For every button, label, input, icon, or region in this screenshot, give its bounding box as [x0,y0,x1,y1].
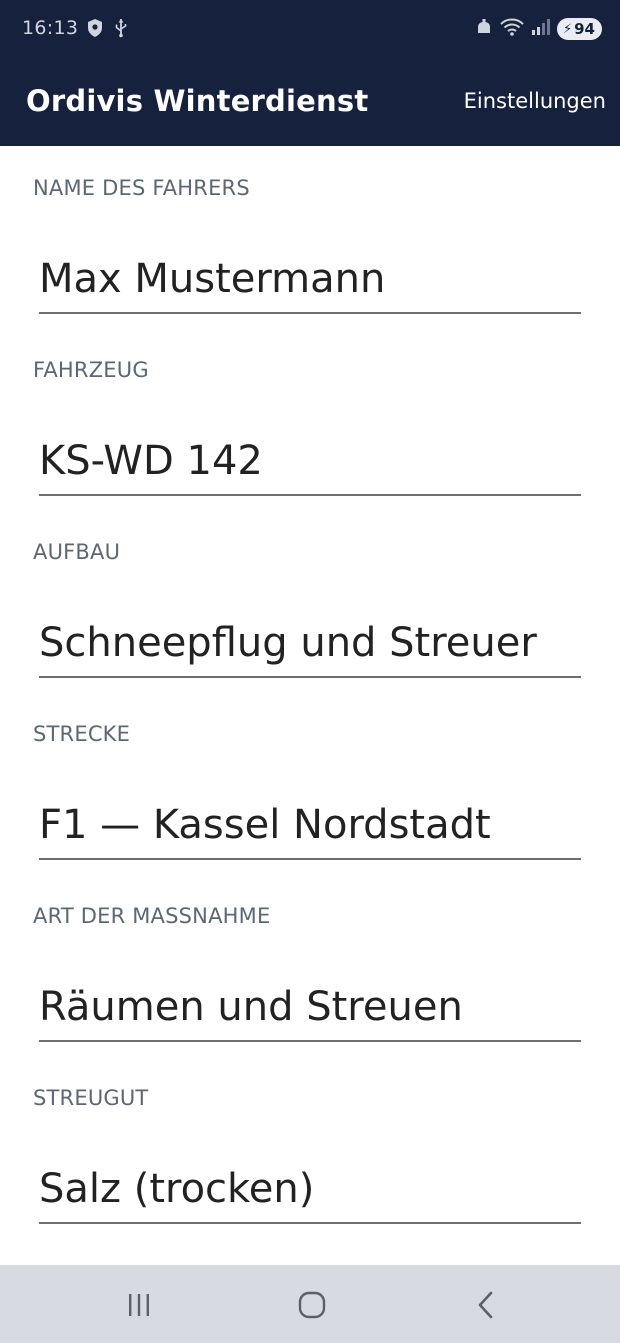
field-driver-name: NAME DES FAHRERS [0,146,620,328]
field-label: AUFBAU [33,540,121,564]
battery-indicator: ⚡ 94 [556,18,602,40]
field-spreading-material: STREUGUT [0,1056,620,1238]
back-icon[interactable] [468,1287,504,1323]
battery-charging-icon: ⚡ [562,21,573,37]
recent-apps-icon[interactable] [121,1287,157,1323]
usb-icon [114,18,128,42]
driver-form: NAME DES FAHRERS FAHRZEUG AUFBAU STRECKE… [0,146,620,1238]
status-time: 16:13 [22,17,79,39]
field-route: STRECKE [0,692,620,874]
spreading-material-input[interactable] [39,1156,581,1224]
field-body-type: AUFBAU [0,510,620,692]
field-label: FAHRZEUG [33,358,149,382]
shield-icon [86,18,104,42]
status-right-icons: ⚡ 94 [475,17,602,41]
signal-icon [531,18,551,40]
body-type-input[interactable] [39,610,581,678]
field-measure-type: ART DER MASSNAHME [0,874,620,1056]
route-input[interactable] [39,792,581,860]
battery-level: 94 [574,20,595,38]
measure-type-input[interactable] [39,974,581,1042]
app-bar: Ordivis Winterdienst Einstellungen [0,60,620,146]
field-vehicle: FAHRZEUG [0,328,620,510]
app-title: Ordivis Winterdienst [26,84,369,118]
notification-icon [475,18,493,40]
field-label: NAME DES FAHRERS [33,176,250,200]
settings-button[interactable]: Einstellungen [464,89,606,113]
system-nav-bar [0,1265,620,1343]
driver-name-input[interactable] [39,246,581,314]
vehicle-input[interactable] [39,428,581,496]
field-label: STREUGUT [33,1086,149,1110]
field-label: STRECKE [33,722,131,746]
home-icon[interactable] [294,1287,330,1323]
status-bar: 16:13 ⚡ 94 [0,0,620,60]
wifi-icon [499,17,525,41]
field-label: ART DER MASSNAHME [33,904,271,928]
status-left-icons [86,18,128,42]
